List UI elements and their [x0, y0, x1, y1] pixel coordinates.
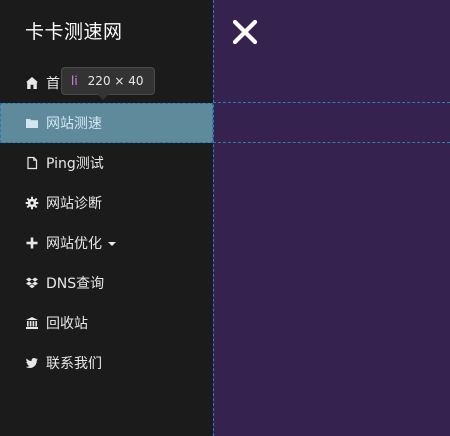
sidebar-item-ping-test[interactable]: Ping测试	[0, 143, 213, 183]
devtools-element-tooltip: li 220 × 40	[61, 67, 155, 95]
brand-title: 卡卡测速网	[25, 21, 123, 43]
folder-icon	[25, 116, 39, 130]
dropbox-icon	[25, 276, 39, 290]
devtools-guide-vertical	[213, 0, 214, 436]
gear-icon	[25, 196, 39, 210]
sidebar-item-site-diagnosis[interactable]: 网站诊断	[0, 183, 213, 223]
tooltip-arrow	[97, 94, 109, 100]
home-icon	[25, 76, 39, 90]
tooltip-tag: li	[71, 74, 78, 88]
tooltip-dimensions: 220 × 40	[87, 74, 144, 88]
close-button[interactable]	[229, 17, 261, 49]
close-icon	[230, 17, 260, 50]
file-icon	[25, 156, 39, 170]
sidebar-item-dns-lookup[interactable]: DNS查询	[0, 263, 213, 303]
sidebar-item-label: 网站测速	[46, 116, 102, 132]
twitter-icon	[25, 356, 39, 370]
sidebar-item-label: DNS查询	[46, 276, 105, 292]
sidebar: 卡卡测速网 首页 网站测速 Ping测试 网站诊断 网站优化 DNS查询 回收站…	[0, 0, 213, 436]
app-root: 卡卡测速网 首页 网站测速 Ping测试 网站诊断 网站优化 DNS查询 回收站…	[0, 0, 450, 436]
bank-icon	[25, 316, 39, 330]
sidebar-item-label: 网站诊断	[46, 196, 102, 212]
sidebar-item-label: Ping测试	[46, 156, 104, 172]
sidebar-item-contact-us[interactable]: 联系我们	[0, 343, 213, 383]
sidebar-item-label: 回收站	[46, 316, 88, 332]
sidebar-item-site-speed-test[interactable]: 网站测速	[0, 103, 213, 143]
sidebar-item-recycle-bin[interactable]: 回收站	[0, 303, 213, 343]
devtools-guide-bottom	[213, 142, 450, 143]
sidebar-item-label: 网站优化	[46, 236, 102, 252]
devtools-guide-top	[213, 102, 450, 103]
sidebar-item-site-optimization[interactable]: 网站优化	[0, 223, 213, 263]
chevron-down-icon	[108, 242, 116, 246]
sidebar-item-label: 联系我们	[46, 356, 102, 372]
plus-icon	[25, 236, 39, 250]
